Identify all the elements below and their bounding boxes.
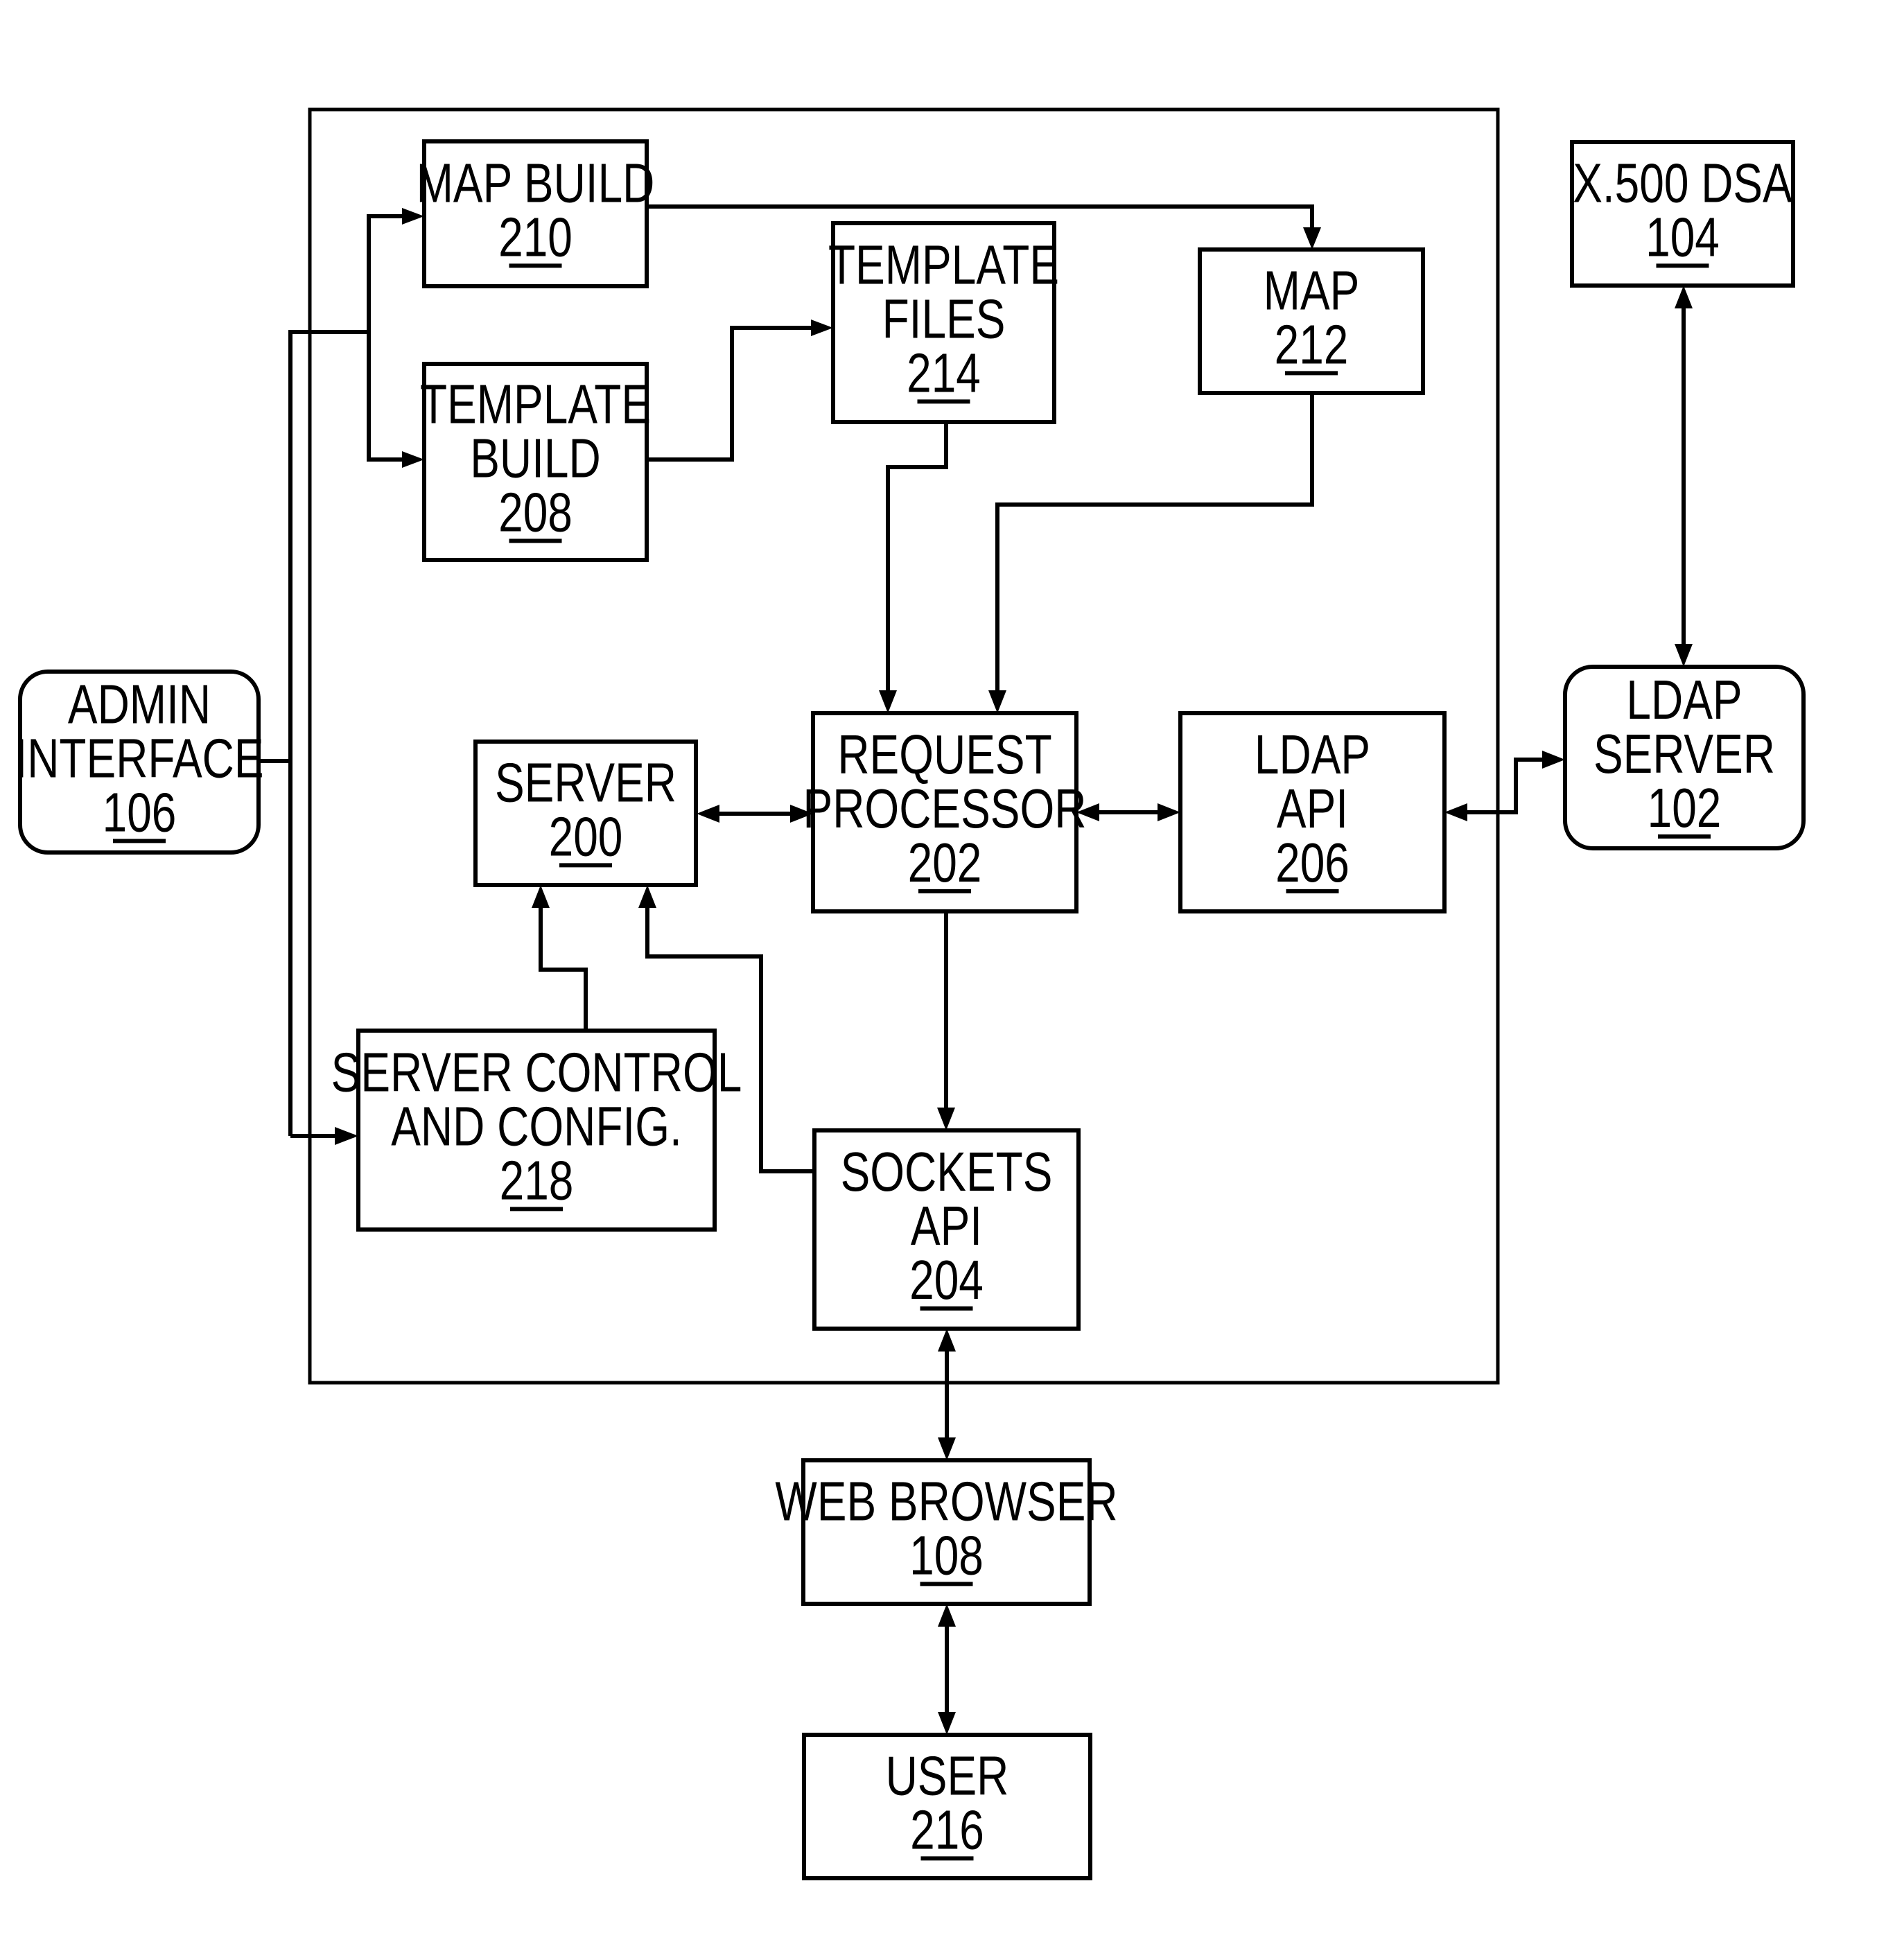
block-label: SERVER [1593, 723, 1775, 785]
block-template-files: TEMPLATEFILES214 [828, 221, 1059, 424]
block-label: REQUEST [837, 724, 1051, 785]
diagram-canvas: MAP BUILD210TEMPLATEBUILD208TEMPLATEFILE… [15, 107, 1806, 1880]
block-reference-number: 202 [908, 832, 982, 893]
block-label: X.500 DSA [1573, 152, 1792, 214]
block-server-control: SERVER CONTROLAND CONFIG.218 [331, 1029, 742, 1232]
block-label: ADMIN [68, 674, 211, 735]
arrowhead-to-sockets [937, 1108, 955, 1130]
block-ldap-api: LDAPAPI206 [1178, 711, 1447, 913]
block-label: BUILD [470, 428, 600, 489]
block-reference-number: 212 [1275, 314, 1349, 376]
block-label: API [911, 1195, 982, 1257]
wire-ldapapi-ldapserver [1462, 758, 1548, 814]
block-sockets-api: SOCKETSAPI204 [812, 1128, 1081, 1331]
arrowhead-browser-to-sockets [938, 1329, 956, 1352]
block-label: MAP [1264, 260, 1360, 322]
arrowhead-browser-to-user [938, 1712, 956, 1735]
arrowhead-sockets-to-server [638, 885, 656, 908]
block-label: TEMPLATE [420, 374, 651, 435]
wire-admin-bus [288, 330, 369, 1136]
block-label: USER [886, 1745, 1009, 1807]
arrowhead-ldapapi-to-ldapserver [1542, 751, 1565, 769]
arrowhead-servercontrol-to-server [532, 885, 550, 908]
block-reference-number: 216 [910, 1799, 984, 1861]
arrowhead-user-to-browser [938, 1604, 956, 1627]
block-request-processor: REQUESTPROCESSOR202 [803, 711, 1087, 913]
block-label: SOCKETS [841, 1141, 1053, 1202]
block-server: SERVER200 [473, 740, 698, 887]
block-label: TEMPLATE [828, 234, 1059, 296]
block-reference-number: 210 [498, 207, 573, 268]
block-user: USER216 [802, 1733, 1092, 1880]
block-web-browser: WEB BROWSER108 [775, 1458, 1118, 1606]
wire-files-to-reqproc [886, 422, 948, 696]
arrowhead-to-x500 [1675, 286, 1693, 308]
block-reference-number: 204 [909, 1249, 984, 1311]
block-label: API [1277, 778, 1348, 839]
arrowhead-files-to-reqproc [879, 690, 897, 713]
arrowhead-reqproc-to-ldapapi [1158, 803, 1180, 821]
block-template-build: TEMPLATEBUILD208 [420, 362, 651, 562]
block-reference-number: 200 [549, 806, 623, 868]
wire-templatebuild-to-files [647, 326, 816, 462]
block-label: FILES [882, 288, 1006, 350]
arrowhead-to-map [1303, 227, 1321, 250]
arrowhead-to-ldapserver [1675, 644, 1693, 667]
arrowhead-map-to-reqproc [988, 690, 1006, 713]
blocks: MAP BUILD210TEMPLATEBUILD208TEMPLATEFILE… [15, 139, 1806, 1880]
block-reference-number: 206 [1275, 832, 1350, 893]
wire-admin-branch [367, 214, 409, 462]
block-reference-number: 102 [1648, 777, 1722, 839]
arrowhead-to-templatefiles [811, 320, 833, 336]
block-reference-number: 208 [498, 482, 573, 543]
block-reference-number: 104 [1645, 207, 1720, 268]
block-map: MAP212 [1198, 247, 1425, 395]
block-label: LDAP [1626, 669, 1742, 731]
arrowhead-reqproc-to-server [697, 805, 719, 823]
block-map-build: MAP BUILD210 [417, 139, 655, 288]
wire-map-to-reqproc [995, 393, 1314, 696]
block-reference-number: 106 [103, 782, 177, 843]
block-label: PROCESSOR [803, 778, 1087, 839]
block-label: WEB BROWSER [775, 1471, 1117, 1532]
arrowhead-ldapserver-to-ldapapi [1444, 803, 1467, 821]
block-label: LDAP [1255, 724, 1370, 785]
block-x500-dsa: X.500 DSA104 [1570, 140, 1795, 288]
block-label: INTERFACE [15, 728, 263, 789]
block-ldap-server: LDAPSERVER102 [1563, 665, 1806, 850]
arrowhead-to-templatebuild [402, 451, 424, 468]
block-label: SERVER [495, 752, 676, 814]
block-reference-number: 218 [500, 1150, 574, 1212]
arrowhead-to-servercontrol [335, 1127, 358, 1145]
block-label: MAP BUILD [417, 152, 655, 214]
block-label: AND CONFIG. [391, 1096, 682, 1157]
block-admin-interface: ADMININTERFACE106 [15, 670, 264, 855]
wire-servercontrol-to-server [539, 903, 588, 1031]
block-reference-number: 214 [907, 342, 981, 404]
block-label: SERVER CONTROL [331, 1042, 742, 1103]
block-reference-number: 108 [909, 1525, 984, 1586]
arrowhead-sockets-to-browser [938, 1437, 956, 1460]
